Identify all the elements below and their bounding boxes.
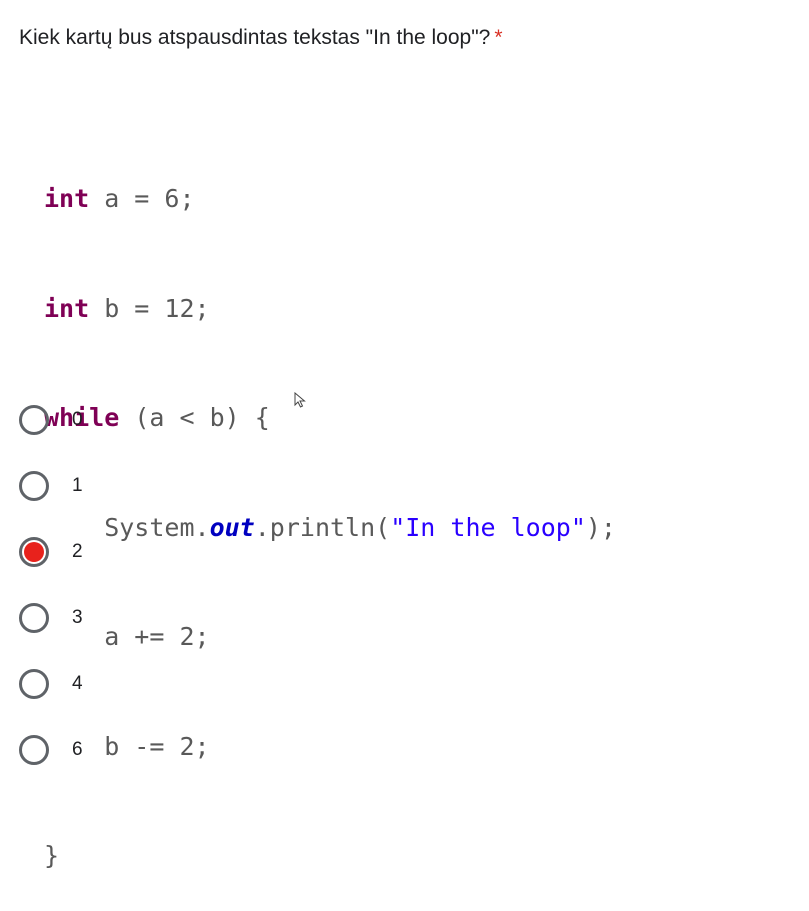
option-4[interactable]: 4 xyxy=(19,664,319,704)
radio-button-checked-icon[interactable] xyxy=(19,537,49,567)
option-0[interactable]: 0 xyxy=(19,400,319,440)
option-2[interactable]: 2 xyxy=(19,532,319,572)
option-label: 2 xyxy=(72,541,83,562)
code-line-2: int b = 12; xyxy=(44,293,210,323)
required-asterisk: * xyxy=(494,26,503,49)
option-label: 6 xyxy=(72,739,83,760)
code-line-7: } xyxy=(44,841,60,870)
radio-button-icon[interactable] xyxy=(19,735,49,765)
code-snippet: int a = 6; int b = 12; while (a < b) { S… xyxy=(44,108,616,911)
option-label: 4 xyxy=(72,673,83,694)
radio-button-icon[interactable] xyxy=(19,471,49,501)
question-text: Kiek kartų bus atspausdintas tekstas "In… xyxy=(19,26,491,49)
option-1[interactable]: 1 xyxy=(19,466,319,506)
question-title: Kiek kartų bus atspausdintas tekstas "In… xyxy=(19,26,503,50)
option-label: 0 xyxy=(72,409,83,430)
option-label: 3 xyxy=(72,607,83,628)
option-6[interactable]: 6 xyxy=(19,730,319,770)
radio-button-icon[interactable] xyxy=(19,603,49,633)
radio-button-icon[interactable] xyxy=(19,669,49,699)
code-line-1: int a = 6; xyxy=(44,184,195,213)
option-label: 1 xyxy=(72,475,83,496)
option-3[interactable]: 3 xyxy=(19,598,319,638)
radio-button-icon[interactable] xyxy=(19,405,49,435)
